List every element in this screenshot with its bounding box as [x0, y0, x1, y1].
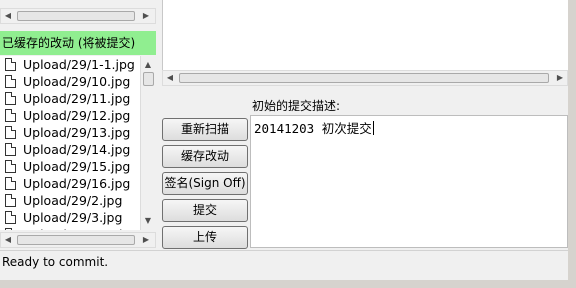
list-item[interactable]: Upload/29/14.jpg [0, 141, 140, 158]
list-item[interactable]: Upload/29/306.jpg [0, 226, 140, 230]
file-icon [5, 92, 16, 105]
list-item[interactable]: Upload/29/15.jpg [0, 158, 140, 175]
list-item[interactable]: Upload/29/12.jpg [0, 107, 140, 124]
file-name: Upload/29/12.jpg [23, 108, 131, 123]
staged-hscrollbar[interactable]: ◀ ▶ [0, 232, 156, 248]
rescan-button[interactable]: 重新扫描 [162, 118, 248, 141]
scroll-thumb[interactable] [17, 235, 135, 245]
file-icon [5, 160, 16, 173]
file-name: Upload/29/15.jpg [23, 159, 131, 174]
git-gui-window: ◀ ▶ 已缓存的改动 (将被提交) Upload/29/1-1.jpg Uploa… [0, 0, 568, 280]
file-name: Upload/29/3.jpg [23, 210, 123, 225]
down-arrow-icon[interactable]: ▼ [141, 214, 155, 228]
unstaged-hscrollbar[interactable]: ◀ ▶ [0, 8, 156, 24]
list-item[interactable]: Upload/29/3.jpg [0, 209, 140, 226]
file-name: Upload/29/16.jpg [23, 176, 131, 191]
staged-file-list[interactable]: Upload/29/1-1.jpg Upload/29/10.jpg Upload/… [0, 56, 140, 230]
file-icon [5, 211, 16, 224]
scroll-thumb[interactable] [17, 11, 135, 21]
right-arrow-icon[interactable]: ▶ [139, 233, 153, 247]
list-item[interactable]: Upload/29/2.jpg [0, 192, 140, 209]
scroll-thumb[interactable] [143, 72, 154, 86]
file-icon [5, 177, 16, 190]
list-item[interactable]: Upload/29/11.jpg [0, 90, 140, 107]
file-icon [5, 228, 16, 230]
file-name: Upload/29/13.jpg [23, 125, 131, 140]
diff-view[interactable] [162, 0, 568, 70]
left-arrow-icon[interactable]: ◀ [1, 9, 15, 23]
file-icon [5, 126, 16, 139]
commit-message-text: 20141203 初次提交 [254, 121, 372, 136]
staged-changes-header: 已缓存的改动 (将被提交) [0, 31, 156, 55]
text-caret [372, 121, 374, 135]
commit-message-label: 初始的提交描述: [252, 99, 341, 113]
file-icon [5, 194, 16, 207]
file-icon [5, 109, 16, 122]
right-arrow-icon[interactable]: ▶ [553, 71, 567, 85]
stage-changed-button[interactable]: 缓存改动 [162, 145, 248, 168]
file-icon [5, 143, 16, 156]
commit-message-text-wrap: 20141203 初次提交 [254, 118, 374, 137]
file-name: Upload/29/2.jpg [23, 193, 123, 208]
staged-vscrollbar[interactable]: ▲ ▼ [140, 56, 156, 230]
left-panel: ◀ ▶ 已缓存的改动 (将被提交) Upload/29/1-1.jpg Uploa… [0, 0, 156, 248]
list-item[interactable]: Upload/29/13.jpg [0, 124, 140, 141]
scroll-thumb[interactable] [179, 73, 549, 83]
left-arrow-icon[interactable]: ◀ [1, 233, 15, 247]
right-arrow-icon[interactable]: ▶ [139, 9, 153, 23]
push-button[interactable]: 上传 [162, 226, 248, 249]
diff-hscrollbar[interactable]: ◀ ▶ [162, 70, 568, 86]
list-item[interactable]: Upload/29/1-1.jpg [0, 56, 140, 73]
status-bar: Ready to commit. [0, 250, 568, 272]
file-name: Upload/29/14.jpg [23, 142, 131, 157]
commit-button[interactable]: 提交 [162, 199, 248, 222]
list-item[interactable]: Upload/29/10.jpg [0, 73, 140, 90]
file-icon [5, 58, 16, 71]
file-name: Upload/29/306.jpg [23, 227, 138, 230]
file-name: Upload/29/10.jpg [23, 74, 131, 89]
file-name: Upload/29/1-1.jpg [23, 57, 135, 72]
up-arrow-icon[interactable]: ▲ [141, 58, 155, 72]
file-name: Upload/29/11.jpg [23, 91, 131, 106]
list-item[interactable]: Upload/29/16.jpg [0, 175, 140, 192]
sign-off-button[interactable]: 签名(Sign Off) [162, 172, 248, 195]
file-icon [5, 75, 16, 88]
commit-message-input[interactable]: 20141203 初次提交 [250, 115, 568, 248]
left-arrow-icon[interactable]: ◀ [163, 71, 177, 85]
